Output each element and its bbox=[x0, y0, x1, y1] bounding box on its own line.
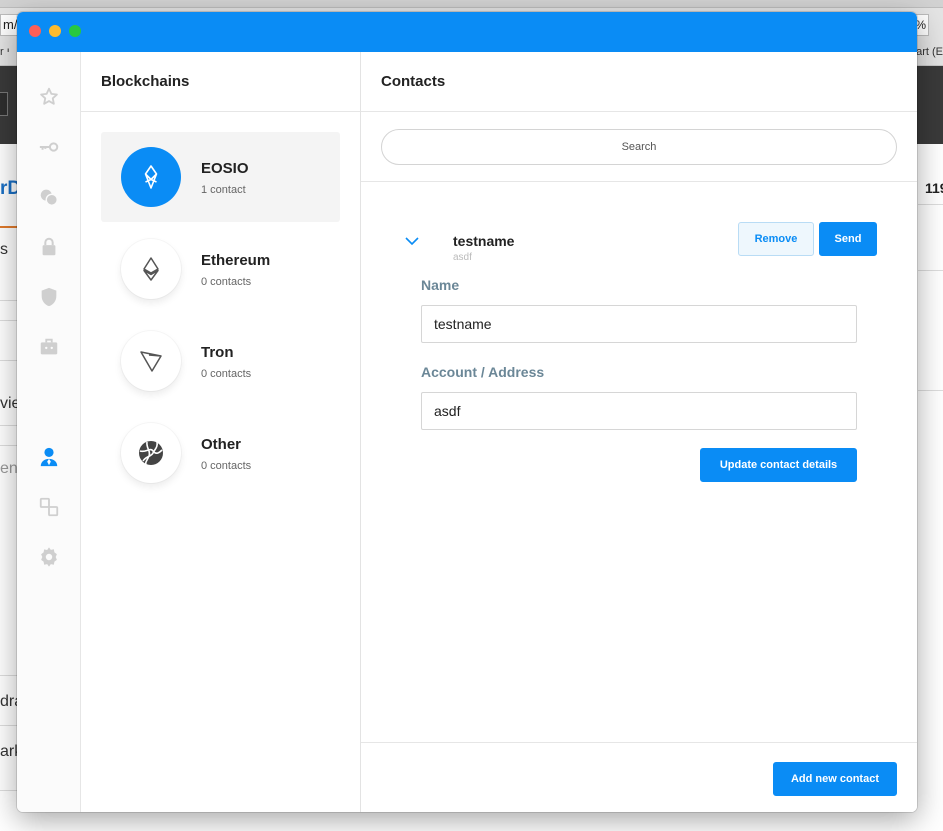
shield-icon bbox=[41, 287, 57, 307]
background-text: 119 bbox=[925, 180, 943, 196]
briefcase-icon bbox=[40, 338, 58, 355]
sidebar-item-contacts[interactable] bbox=[37, 445, 61, 469]
background-divider bbox=[0, 790, 18, 791]
lock-icon bbox=[42, 237, 56, 256]
maximize-window-button[interactable] bbox=[69, 25, 81, 37]
blockchain-count: 0 contacts bbox=[201, 276, 252, 288]
background-text: en bbox=[0, 460, 18, 477]
address-label: Account / Address bbox=[421, 364, 545, 380]
blockchain-item-tron[interactable]: Tron 0 contacts bbox=[101, 316, 340, 406]
background-divider bbox=[0, 425, 18, 426]
chain-logo bbox=[121, 239, 181, 299]
blockchain-count: 0 contacts bbox=[201, 368, 252, 380]
minimize-window-button[interactable] bbox=[49, 25, 61, 37]
ethereum-icon bbox=[143, 257, 159, 281]
background-divider bbox=[0, 226, 18, 228]
page-header-box bbox=[0, 92, 8, 116]
close-window-button[interactable] bbox=[29, 25, 41, 37]
blockchain-item-ethereum[interactable]: Ethereum 0 contacts bbox=[101, 224, 340, 314]
search-input[interactable] bbox=[381, 129, 897, 165]
chain-logo bbox=[121, 423, 181, 483]
add-contact-button[interactable]: Add new contact bbox=[773, 762, 897, 796]
blockchain-item-eosio[interactable]: EOSIO 1 contact bbox=[101, 132, 340, 222]
sidebar-item-vault[interactable] bbox=[37, 235, 61, 259]
background-divider bbox=[918, 270, 943, 271]
contact-address: asdf bbox=[453, 252, 472, 263]
background-divider bbox=[0, 360, 18, 361]
star-icon bbox=[40, 87, 58, 105]
app-window: Blockchains EOSIO 1 contact Ethereum 0 c… bbox=[17, 12, 917, 812]
send-button[interactable]: Send bbox=[819, 222, 877, 256]
blockchain-count: 1 contact bbox=[201, 184, 246, 196]
sidebar-item-security[interactable] bbox=[37, 285, 61, 309]
sidebar-item-keys[interactable] bbox=[37, 135, 61, 159]
blockchains-panel: Blockchains EOSIO 1 contact Ethereum 0 c… bbox=[81, 52, 361, 812]
background-divider bbox=[0, 725, 18, 726]
sidebar bbox=[17, 52, 81, 812]
blockchain-count: 0 contacts bbox=[201, 460, 252, 472]
browser-tab-strip bbox=[0, 0, 943, 8]
background-divider bbox=[0, 675, 18, 676]
chevron-down-icon[interactable] bbox=[403, 232, 421, 250]
sidebar-item-exchange[interactable] bbox=[37, 495, 61, 519]
background-divider bbox=[0, 300, 18, 301]
name-label: Name bbox=[421, 277, 460, 293]
coins-icon bbox=[40, 189, 58, 206]
contacts-icon bbox=[40, 447, 58, 467]
background-divider bbox=[0, 445, 18, 446]
contacts-footer: Add new contact bbox=[361, 742, 917, 812]
browser-bookmark[interactable]: art (E bbox=[916, 46, 943, 58]
exchange-icon bbox=[39, 497, 59, 517]
background-divider bbox=[918, 204, 943, 205]
sidebar-item-tokens[interactable] bbox=[37, 185, 61, 209]
chain-logo bbox=[121, 331, 181, 391]
background-text: s bbox=[0, 241, 8, 258]
update-contact-button[interactable]: Update contact details bbox=[700, 448, 857, 482]
blockchain-name: Other bbox=[201, 436, 242, 453]
remove-contact-button[interactable]: Remove bbox=[738, 222, 814, 256]
chain-logo bbox=[121, 147, 181, 207]
tron-icon bbox=[140, 351, 162, 372]
background-divider bbox=[918, 390, 943, 391]
blockchain-item-other[interactable]: Other 0 contacts bbox=[101, 408, 340, 498]
address-field[interactable] bbox=[421, 392, 857, 430]
contact-name: testname bbox=[453, 233, 515, 249]
sidebar-item-settings[interactable] bbox=[37, 545, 61, 569]
gear-icon bbox=[41, 547, 57, 567]
browser-bookmark[interactable]: r י bbox=[0, 46, 10, 58]
name-field[interactable] bbox=[421, 305, 857, 343]
key-icon bbox=[39, 142, 59, 152]
eosio-icon bbox=[144, 165, 158, 189]
blockchain-name: Ethereum bbox=[201, 252, 271, 269]
sidebar-item-apps[interactable] bbox=[37, 335, 61, 359]
blockchains-title: Blockchains bbox=[81, 52, 360, 112]
globe-icon bbox=[139, 441, 163, 466]
sidebar-item-star[interactable] bbox=[37, 85, 61, 109]
contacts-title: Contacts bbox=[361, 52, 917, 112]
background-divider bbox=[0, 320, 18, 321]
search-bar bbox=[361, 112, 917, 182]
blockchain-name: Tron bbox=[201, 344, 234, 361]
contacts-panel: Contacts testname asdf Remove Send Name … bbox=[361, 52, 917, 812]
title-bar[interactable] bbox=[17, 12, 917, 52]
blockchain-name: EOSIO bbox=[201, 160, 249, 177]
